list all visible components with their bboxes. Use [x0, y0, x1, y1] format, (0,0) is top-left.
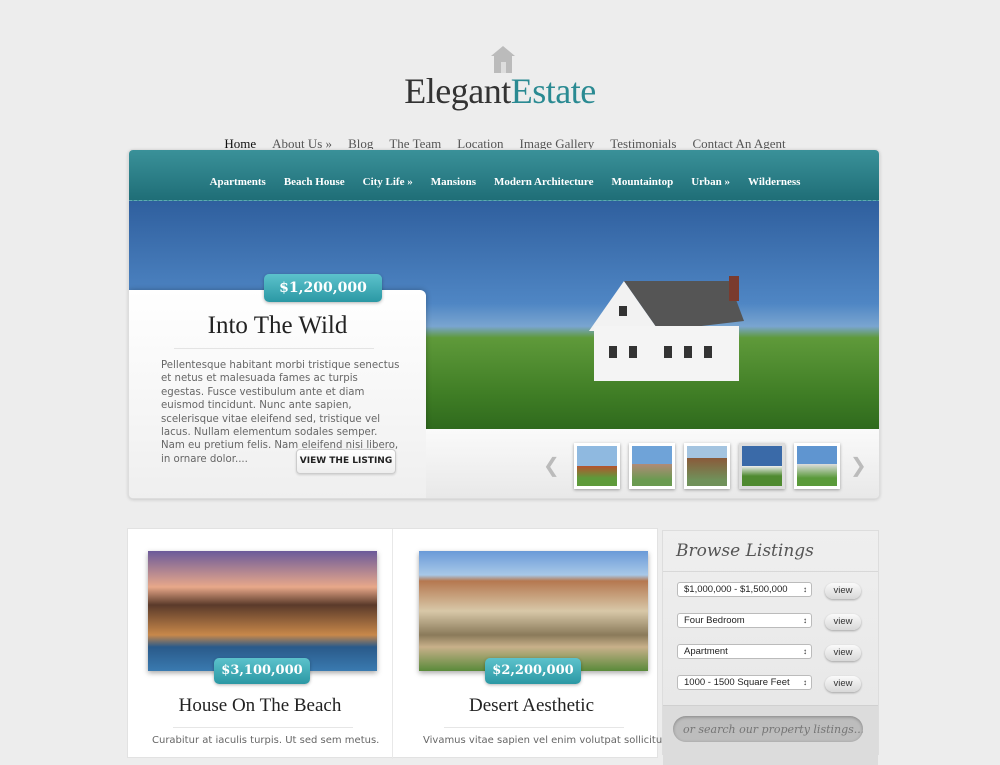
featured-card: Into The Wild Pellentesque habitant morb…	[129, 290, 426, 498]
cat-beach-house[interactable]: Beach House	[284, 176, 345, 188]
listing-excerpt: Vivamus vitae sapien vel enim volutpat s…	[423, 735, 690, 746]
thumbnail-3[interactable]	[684, 443, 730, 489]
listing-photo[interactable]	[419, 551, 648, 671]
cat-modern[interactable]: Modern Architecture	[494, 176, 593, 188]
view-button[interactable]: view	[825, 614, 861, 630]
site-logo[interactable]: ElegantEstate	[0, 70, 1000, 112]
view-button[interactable]: view	[825, 645, 861, 661]
view-button[interactable]: view	[825, 583, 861, 599]
cat-mountaintop[interactable]: Mountaintop	[611, 176, 673, 188]
listing-card: $2,200,000 Desert Aesthetic Vivamus vita…	[399, 529, 690, 759]
divider	[444, 727, 624, 728]
logo-part2: Estate	[510, 71, 596, 111]
thumbnail-4-active[interactable]	[739, 443, 785, 489]
thumbnail-5[interactable]	[794, 443, 840, 489]
listings-panel: $3,100,000 House On The Beach Curabitur …	[127, 528, 690, 759]
price-badge: $1,200,000	[264, 274, 382, 302]
bedroom-select[interactable]: Four Bedroom	[677, 613, 812, 628]
prev-arrow-icon[interactable]: ❮	[543, 453, 560, 477]
price-badge: $3,100,000	[214, 658, 310, 684]
listing-excerpt: Curabitur at iaculis turpis. Ut sed sem …	[152, 735, 380, 746]
category-nav: Apartments Beach House City Life » Mansi…	[129, 150, 879, 201]
cat-apartments[interactable]: Apartments	[210, 176, 266, 188]
listing-title[interactable]: Desert Aesthetic	[399, 695, 664, 717]
listing-photo[interactable]	[148, 551, 377, 671]
next-arrow-icon[interactable]: ❯	[850, 453, 867, 477]
cat-wilderness[interactable]: Wilderness	[748, 176, 800, 188]
house-illustration	[589, 276, 744, 381]
divider	[174, 348, 374, 349]
divider	[663, 571, 878, 572]
search-area	[663, 705, 878, 765]
featured-slider: Apartments Beach House City Life » Mansi…	[128, 149, 880, 499]
cat-urban[interactable]: Urban »	[691, 176, 730, 188]
sidebar-title: Browse Listings	[676, 541, 814, 561]
type-select[interactable]: Apartment	[677, 644, 812, 659]
thumbnail-2[interactable]	[629, 443, 675, 489]
size-select[interactable]: 1000 - 1500 Square Feet	[677, 675, 812, 690]
divider	[173, 727, 353, 728]
view-button[interactable]: view	[825, 676, 861, 692]
price-badge: $2,200,000	[485, 658, 581, 684]
cat-mansions[interactable]: Mansions	[431, 176, 476, 188]
listing-card: $3,100,000 House On The Beach Curabitur …	[128, 529, 393, 759]
thumbnail-strip: ❮ ❯	[426, 429, 879, 498]
cat-city-life[interactable]: City Life »	[363, 176, 413, 188]
view-listing-button[interactable]: VIEW THE LISTING	[296, 449, 396, 474]
browse-listings-sidebar: Browse Listings $1,000,000 - $1,500,000 …	[662, 530, 879, 765]
thumbnail-1[interactable]	[574, 443, 620, 489]
search-input[interactable]	[673, 716, 863, 742]
listing-title[interactable]: House On The Beach	[128, 695, 392, 717]
featured-title: Into The Wild	[207, 312, 348, 339]
price-select[interactable]: $1,000,000 - $1,500,000	[677, 582, 812, 597]
logo-part1: Elegant	[404, 71, 511, 111]
